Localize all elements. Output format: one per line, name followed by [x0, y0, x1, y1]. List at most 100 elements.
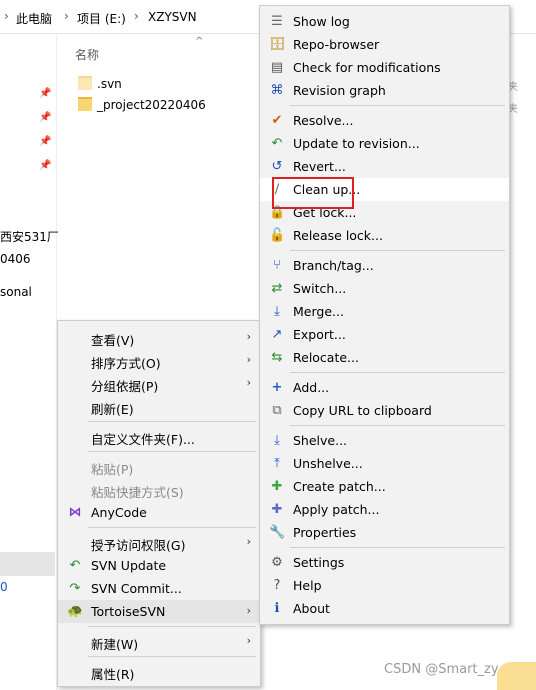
menu-separator [88, 656, 256, 657]
about-icon: ℹ [274, 601, 280, 616]
explorer-context-menu: 查看(V) › 排序方式(O) › 分组依据(P) › 刷新(E) 自定义文件夹(F)… [57, 320, 261, 687]
menu-item-copy-url[interactable]: ⧉ Copy URL to clipboard [260, 399, 509, 422]
menu-item-export[interactable]: ↗ Export... [260, 323, 509, 346]
menu-item-repo-browser[interactable]: 🗄 Repo-browser [260, 33, 509, 56]
menu-item-merge[interactable]: ⤓ Merge... [260, 300, 509, 323]
breadcrumb-folder[interactable]: XZYSVN [148, 10, 197, 24]
pin-icon[interactable]: 📌 [39, 160, 51, 171]
unshelve-icon: ⤒ [274, 456, 280, 471]
create-patch-icon: ✚ [271, 479, 283, 494]
nav-item[interactable]: 0 [0, 580, 8, 594]
menu-separator [290, 250, 505, 251]
tortoise-icon: 🐢 [67, 604, 84, 619]
menu-item-apply-patch[interactable]: ✚ Apply patch... [260, 498, 509, 521]
copy-url-icon: ⧉ [272, 403, 282, 418]
check-modifications-icon: ▤ [270, 60, 284, 75]
menu-item-resolve[interactable]: ✔ Resolve... [260, 109, 509, 132]
breadcrumb-separator: › [4, 9, 9, 23]
menu-item-customize[interactable]: 自定义文件夹(F)... [58, 425, 260, 448]
menu-item-paste-shortcut[interactable]: 粘贴快捷方式(S) [58, 478, 260, 501]
log-icon: ☰ [271, 14, 283, 29]
menu-item-help[interactable]: ? Help [260, 574, 509, 597]
chevron-right-icon: › [246, 330, 251, 343]
repo-browser-icon: 🗄 [269, 37, 286, 52]
menu-item-revert[interactable]: ↺ Revert... [260, 155, 509, 178]
svn-update-icon: ↶ [69, 558, 81, 573]
menu-item-grant-access[interactable]: 授予访问权限(G) › [58, 531, 260, 554]
menu-item-anycode[interactable]: ⋈ AnyCode [58, 501, 260, 524]
revert-icon: ↺ [271, 159, 283, 174]
menu-item-check-modifications[interactable]: ▤ Check for modifications [260, 56, 509, 79]
menu-item-create-patch[interactable]: ✚ Create patch... [260, 475, 509, 498]
menu-item-about[interactable]: ℹ About [260, 597, 509, 620]
menu-item-properties[interactable]: 属性(R) [58, 660, 260, 683]
menu-item-group[interactable]: 分组依据(P) › [58, 372, 260, 395]
pin-icon[interactable]: 📌 [39, 112, 51, 123]
chevron-right-icon: › [246, 604, 251, 617]
menu-item-branch-tag[interactable]: ⑂ Branch/tag... [260, 254, 509, 277]
visual-studio-icon: ⋈ [68, 505, 82, 520]
update-revision-icon: ↶ [271, 136, 283, 151]
menu-item-relocate[interactable]: ⇆ Relocate... [260, 346, 509, 369]
menu-item-switch[interactable]: ⇄ Switch... [260, 277, 509, 300]
pin-icon[interactable]: 📌 [39, 88, 51, 99]
nav-item[interactable]: 西安531厂 [0, 228, 59, 245]
menu-item-unshelve[interactable]: ⤒ Unshelve... [260, 452, 509, 475]
tortoisesvn-submenu: ☰ Show log 🗄 Repo-browser ▤ Check for modif… [259, 5, 510, 625]
shelve-icon: ⤓ [274, 433, 280, 448]
menu-item-view[interactable]: 查看(V) › [58, 326, 260, 349]
menu-separator [290, 547, 505, 548]
switch-icon: ⇄ [271, 281, 283, 296]
menu-item-update-to-revision[interactable]: ↶ Update to revision... [260, 132, 509, 155]
export-icon: ↗ [271, 327, 283, 342]
corner-decoration [497, 662, 536, 690]
file-row[interactable]: _project20220406 [78, 97, 206, 112]
menu-item-refresh[interactable]: 刷新(E) [58, 395, 260, 418]
navigation-pane: 📌 📌 📌 📌 西安531厂 0406 sonal 0 [0, 34, 59, 690]
breadcrumb-separator: › [64, 9, 69, 23]
nav-selected-item[interactable] [0, 552, 55, 576]
release-lock-icon: 🔓 [269, 228, 286, 243]
breadcrumb-separator: › [134, 9, 139, 23]
branch-icon: ⑂ [273, 258, 281, 273]
menu-item-shelve[interactable]: ⤓ Shelve... [260, 429, 509, 452]
properties-icon: 🔧 [269, 525, 286, 540]
highlight-annotation-box [272, 177, 354, 209]
resolve-icon: ✔ [271, 113, 283, 128]
nav-item[interactable]: 0406 [0, 252, 31, 266]
menu-item-properties[interactable]: 🔧 Properties [260, 521, 509, 544]
revision-graph-icon: ⌘ [270, 83, 284, 98]
menu-item-new[interactable]: 新建(W) › [58, 630, 260, 653]
breadcrumb-drive[interactable]: 项目 (E:) [77, 10, 126, 27]
file-row[interactable]: .svn [78, 76, 122, 91]
menu-item-settings[interactable]: ⚙ Settings [260, 551, 509, 574]
menu-separator [88, 421, 256, 422]
column-header-name[interactable]: 名称 [75, 46, 99, 63]
add-icon: + [271, 380, 283, 395]
pin-icon[interactable]: 📌 [39, 136, 51, 147]
chevron-right-icon: › [246, 353, 251, 366]
merge-icon: ⤓ [274, 304, 280, 319]
watermark: CSDN @Smart_zy [384, 662, 499, 677]
menu-item-svn-commit[interactable]: ↷ SVN Commit... [58, 577, 260, 600]
menu-item-svn-update[interactable]: ↶ SVN Update [58, 554, 260, 577]
file-name: .svn [97, 77, 122, 91]
menu-item-paste[interactable]: 粘贴(P) [58, 455, 260, 478]
menu-item-add[interactable]: + Add... [260, 376, 509, 399]
chevron-right-icon: › [246, 535, 251, 548]
folder-icon [78, 76, 92, 90]
help-icon: ? [273, 578, 281, 593]
breadcrumb-this-pc[interactable]: 此电脑 [16, 10, 52, 27]
menu-item-tortoisesvn[interactable]: 🐢 TortoiseSVN › [58, 600, 260, 623]
menu-separator [88, 626, 256, 627]
menu-separator [290, 425, 505, 426]
menu-item-sort[interactable]: 排序方式(O) › [58, 349, 260, 372]
nav-item[interactable]: sonal [0, 285, 32, 299]
menu-separator [88, 451, 256, 452]
chevron-right-icon: › [246, 376, 251, 389]
menu-item-release-lock[interactable]: 🔓 Release lock... [260, 224, 509, 247]
menu-item-show-log[interactable]: ☰ Show log [260, 10, 509, 33]
menu-separator [88, 527, 256, 528]
menu-item-revision-graph[interactable]: ⌘ Revision graph [260, 79, 509, 102]
menu-separator [290, 372, 505, 373]
